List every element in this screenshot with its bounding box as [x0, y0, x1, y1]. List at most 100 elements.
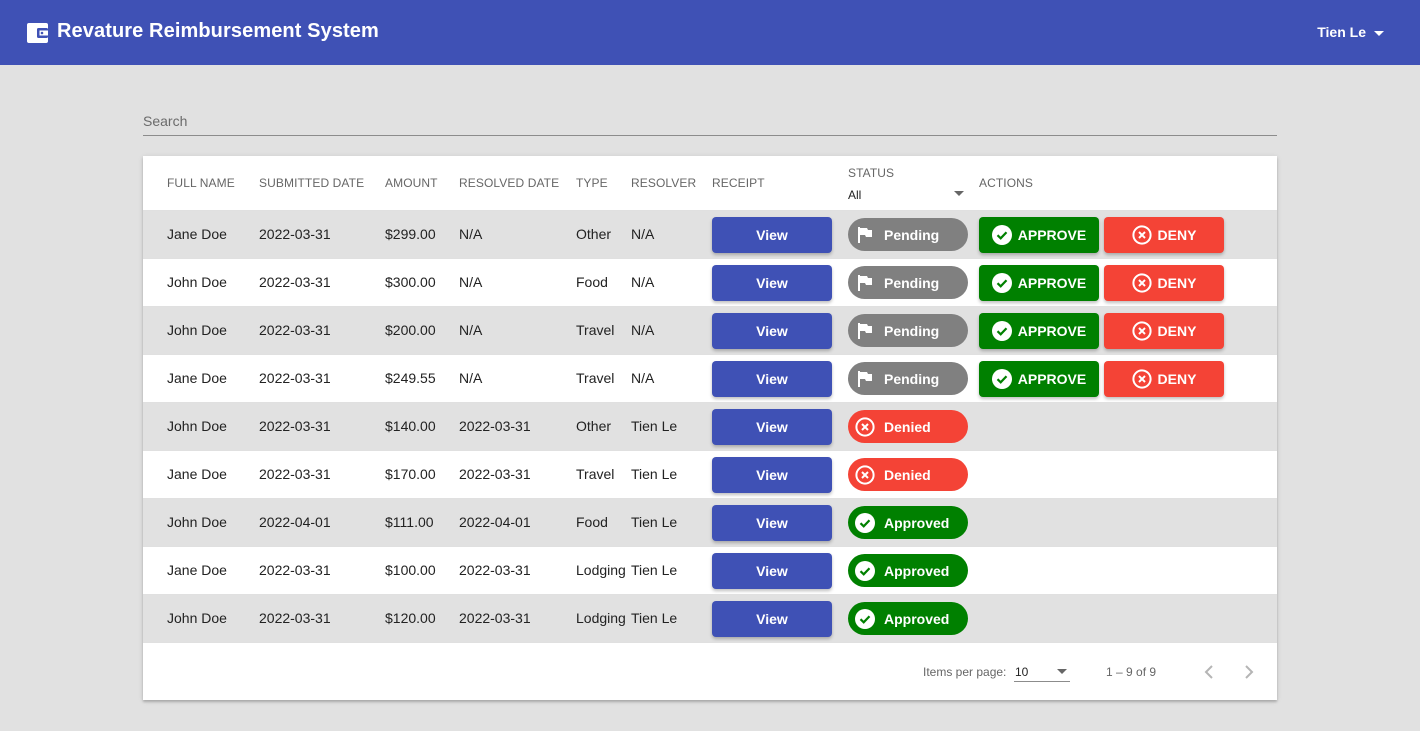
flag-icon — [858, 322, 872, 339]
cell-submitted-date: 2022-03-31 — [259, 322, 331, 338]
cell-full-name: John Doe — [167, 322, 227, 338]
items-per-page-label: Items per page: — [923, 665, 1007, 679]
cell-type: Other — [576, 418, 612, 434]
cancel-icon — [1131, 369, 1152, 389]
approve-button[interactable]: APPROVE — [979, 313, 1099, 349]
status-filter-value: All — [848, 188, 862, 202]
cell-resolved-date: N/A — [459, 322, 483, 338]
chevron-down-icon — [1057, 669, 1067, 674]
cell-type: Food — [576, 514, 608, 530]
view-receipt-button[interactable]: View — [712, 265, 832, 301]
approve-label: APPROVE — [1017, 323, 1087, 339]
cell-amount: $170.00 — [385, 466, 436, 482]
cell-submitted-date: 2022-03-31 — [259, 418, 331, 434]
chevron-down-icon — [1374, 30, 1384, 36]
view-receipt-button[interactable]: View — [712, 601, 832, 637]
check-circle-icon — [855, 560, 875, 581]
status-badge: Approved — [848, 602, 968, 635]
status-badge: Pending — [848, 218, 968, 251]
items-per-page-select[interactable]: 10 — [1014, 662, 1070, 682]
cell-amount: $140.00 — [385, 418, 436, 434]
cell-full-name: John Doe — [167, 274, 227, 290]
deny-label: DENY — [1157, 371, 1197, 387]
approve-label: APPROVE — [1017, 227, 1087, 243]
header-actions: ACTIONS — [979, 176, 1034, 190]
flag-icon — [858, 370, 872, 387]
next-page-button[interactable] — [1237, 660, 1261, 684]
status-badge: Denied — [848, 410, 968, 443]
deny-button[interactable]: DENY — [1104, 265, 1224, 301]
view-receipt-button[interactable]: View — [712, 505, 832, 541]
user-name: Tien Le — [1317, 24, 1366, 40]
table-row: John Doe 2022-04-01 $111.00 2022-04-01 Food T… — [143, 499, 1277, 547]
cell-full-name: John Doe — [167, 418, 227, 434]
status-badge: Approved — [848, 506, 968, 539]
previous-page-button[interactable] — [1197, 660, 1221, 684]
app-toolbar: Revature Reimbursement System Tien Le — [0, 0, 1420, 65]
status-badge: Denied — [848, 458, 968, 491]
view-receipt-button[interactable]: View — [712, 313, 832, 349]
cell-amount: $249.55 — [385, 370, 436, 386]
check-circle-icon — [991, 369, 1012, 389]
view-receipt-button[interactable]: View — [712, 457, 832, 493]
header-submitted-date[interactable]: SUBMITTED DATE — [259, 176, 364, 190]
status-badge: Pending — [848, 266, 968, 299]
cell-submitted-date: 2022-03-31 — [259, 466, 331, 482]
table-row: John Doe 2022-03-31 $140.00 2022-03-31 Other… — [143, 403, 1277, 451]
chevron-left-icon — [1204, 665, 1213, 679]
header-resolver[interactable]: RESOLVER — [631, 176, 696, 190]
view-receipt-button[interactable]: View — [712, 409, 832, 445]
user-menu[interactable]: Tien Le — [1317, 24, 1384, 40]
cell-full-name: Jane Doe — [167, 562, 227, 578]
cell-resolver: Tien Le — [631, 562, 678, 578]
cell-full-name: John Doe — [167, 610, 227, 626]
approve-button[interactable]: APPROVE — [979, 217, 1099, 253]
search-field — [143, 108, 1277, 136]
cell-resolver: N/A — [631, 322, 655, 338]
cell-type: Other — [576, 226, 612, 242]
deny-button[interactable]: DENY — [1104, 361, 1224, 397]
header-receipt: RECEIPT — [712, 176, 765, 190]
table-row: John Doe 2022-03-31 $300.00 N/A Food N/A View P… — [143, 259, 1277, 307]
cell-amount: $120.00 — [385, 610, 436, 626]
deny-button[interactable]: DENY — [1104, 217, 1224, 253]
view-receipt-button[interactable]: View — [712, 361, 832, 397]
reimbursement-table-card: FULL NAME SUBMITTED DATE AMOUNT RESOLVED… — [143, 156, 1277, 700]
status-filter-select[interactable]: All — [848, 186, 966, 202]
cell-resolved-date: 2022-03-31 — [459, 562, 531, 578]
header-status: STATUS — [848, 166, 895, 180]
status-label: Pending — [884, 274, 940, 291]
table-row: Jane Doe 2022-03-31 $170.00 2022-03-31 Trave… — [143, 451, 1277, 499]
table-row: John Doe 2022-03-31 $120.00 2022-03-31 Lodgi… — [143, 595, 1277, 643]
cell-resolver: N/A — [631, 274, 655, 290]
deny-button[interactable]: DENY — [1104, 313, 1224, 349]
cell-resolver: Tien Le — [631, 514, 678, 530]
cell-full-name: John Doe — [167, 514, 227, 530]
cell-amount: $111.00 — [385, 514, 434, 530]
cell-amount: $299.00 — [385, 226, 436, 242]
header-type[interactable]: TYPE — [576, 176, 608, 190]
view-receipt-button[interactable]: View — [712, 553, 832, 589]
check-circle-icon — [991, 273, 1012, 293]
cell-resolver: Tien Le — [631, 610, 678, 626]
view-receipt-button[interactable]: View — [712, 217, 832, 253]
header-amount[interactable]: AMOUNT — [385, 176, 438, 190]
status-label: Pending — [884, 322, 940, 339]
cell-resolved-date: N/A — [459, 274, 483, 290]
page-range-label: 1 – 9 of 9 — [1106, 665, 1157, 679]
cancel-icon — [1131, 225, 1152, 245]
cell-resolver: Tien Le — [631, 418, 678, 434]
cell-resolved-date: N/A — [459, 226, 483, 242]
check-circle-icon — [855, 608, 875, 629]
deny-label: DENY — [1157, 275, 1197, 291]
approve-button[interactable]: APPROVE — [979, 265, 1099, 301]
status-label: Approved — [884, 562, 950, 579]
approve-button[interactable]: APPROVE — [979, 361, 1099, 397]
header-resolved-date[interactable]: RESOLVED DATE — [459, 176, 559, 190]
search-input[interactable] — [143, 108, 1277, 134]
flag-icon — [858, 226, 872, 243]
cell-submitted-date: 2022-03-31 — [259, 226, 331, 242]
approve-label: APPROVE — [1017, 275, 1087, 291]
table-row: Jane Doe 2022-03-31 $249.55 N/A Travel N/A Vie… — [143, 355, 1277, 403]
header-full-name[interactable]: FULL NAME — [167, 176, 235, 190]
